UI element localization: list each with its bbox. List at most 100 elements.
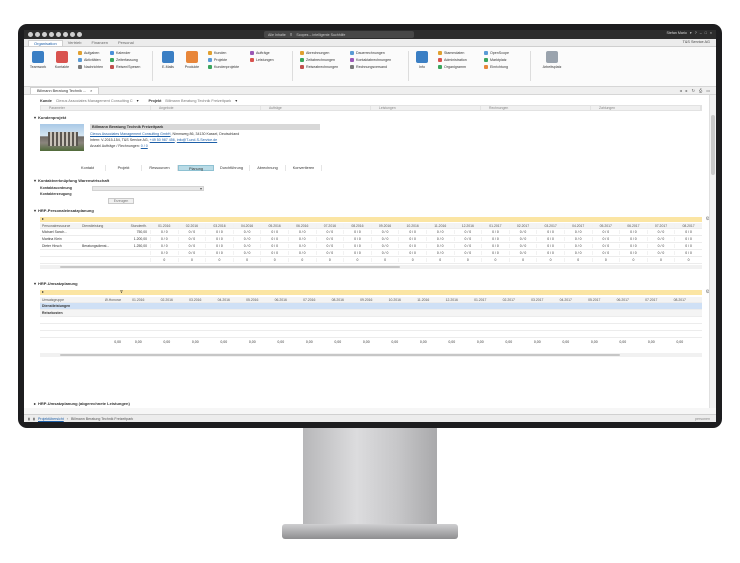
personal-hscroll[interactable] <box>40 265 702 269</box>
produkte-button[interactable]: Produkte <box>182 51 202 69</box>
month-cell[interactable]: 0 / 0 <box>591 251 620 255</box>
scroll-thumb[interactable] <box>60 266 400 268</box>
openscope-button[interactable]: OpenScope <box>484 51 509 55</box>
person-link[interactable]: Dieter Hirsch <box>42 244 62 248</box>
help-icon[interactable]: ? <box>695 31 697 35</box>
aufgaben-button[interactable]: Aufgaben <box>78 51 103 55</box>
zeiterfassung-button[interactable]: Zeiterfassung <box>110 58 140 62</box>
month-cell[interactable]: 0 / 0 <box>398 251 426 255</box>
col-month[interactable]: 01.2017 <box>481 223 509 228</box>
print-icon[interactable] <box>49 32 54 37</box>
month-cell[interactable]: 0 / 0 <box>150 244 178 248</box>
month-cell[interactable]: 0 / 0 <box>287 251 316 255</box>
section-personaleinsatz[interactable]: ▾ HRP-Personaleinsatzplanung <box>34 208 94 213</box>
month-cell[interactable]: 0 / 0 <box>177 244 206 248</box>
month-cell[interactable]: 0 / 0 <box>315 244 344 248</box>
marktplatz-button[interactable]: Marktplatz <box>484 58 509 62</box>
expand-icon[interactable]: ▸ <box>42 289 44 294</box>
col-month[interactable]: 04.2016 <box>210 298 239 302</box>
rechnungsversand-button[interactable]: Rechnungsversand <box>350 65 391 69</box>
col-month[interactable]: 08.2017 <box>674 223 702 228</box>
section-umsatzplanung-abgerechnet[interactable]: ▸ HRP-Umsatzplanung (abgerechnete Leistu… <box>34 401 130 406</box>
month-cell[interactable]: 0 / 0 <box>453 230 482 234</box>
col-month[interactable]: 11.2016 <box>425 223 454 228</box>
einrichtung-button[interactable]: Einrichtung <box>484 65 509 69</box>
col-month[interactable]: 05.2016 <box>238 298 267 302</box>
month-cell[interactable]: 0 / 0 <box>370 237 399 241</box>
print-icon[interactable]: ⎙ <box>699 88 702 93</box>
month-cell[interactable]: 0 / 0 <box>646 230 675 234</box>
aktivitaeten-button[interactable]: Aktivitäten <box>78 58 103 62</box>
month-cell[interactable]: 0 / 0 <box>563 230 592 234</box>
table-row[interactable]: 00000000000000000000 <box>40 257 702 264</box>
kundenprojekte-button[interactable]: Kundenprojekte <box>208 65 239 69</box>
phase-kontakt[interactable]: Kontakt <box>70 165 106 171</box>
orders-link[interactable]: 0 / 0 <box>141 144 148 148</box>
month-cell[interactable]: 0 / 0 <box>508 244 537 248</box>
tab-vertrieb[interactable]: Vertrieb <box>63 40 87 46</box>
table-row[interactable]: Dienstleistungen <box>40 303 702 310</box>
stammdaten-button[interactable]: Stammdaten <box>438 51 467 55</box>
col-parameter[interactable]: Parameter <box>41 106 151 110</box>
col-month[interactable]: 05.2017 <box>591 223 620 228</box>
col-dienstleistung[interactable]: Dienstleistung <box>82 224 122 228</box>
col-month[interactable]: 07.2017 <box>646 223 675 228</box>
breadcrumb-link[interactable]: Projektübersicht <box>38 417 64 421</box>
email-link[interactable]: info@T-und-S-Service.de <box>177 138 217 142</box>
month-cell[interactable]: 0 / 0 <box>177 237 206 241</box>
col-month[interactable]: 10.2016 <box>398 223 426 228</box>
month-cell[interactable]: 0 / 0 <box>205 251 233 255</box>
month-cell[interactable]: 0 / 0 <box>343 237 371 241</box>
month-cell[interactable]: 0 / 0 <box>287 244 316 248</box>
month-cell[interactable]: 0 <box>287 258 316 262</box>
col-month[interactable]: 08.2016 <box>343 223 371 228</box>
month-cell[interactable]: 0 / 0 <box>563 237 592 241</box>
col-month[interactable]: 06.2016 <box>287 223 316 228</box>
personalressource-cell[interactable]: Dieter Hirsch <box>40 244 82 248</box>
kalender-button[interactable]: Kalender <box>110 51 140 55</box>
col-month[interactable]: 03.2016 <box>205 223 233 228</box>
month-cell[interactable]: 0 / 0 <box>177 230 206 234</box>
month-cell[interactable]: 0 / 0 <box>343 244 371 248</box>
phase-konvertieren[interactable]: Konvertieren <box>286 165 322 171</box>
month-cell[interactable]: 0 / 0 <box>453 251 482 255</box>
month-cell[interactable]: 0 <box>343 258 371 262</box>
month-cell[interactable]: 0 / 0 <box>232 237 261 241</box>
col-month[interactable]: 01.2016 <box>150 223 178 228</box>
col-month[interactable]: 04.2017 <box>563 223 592 228</box>
col-auftraege[interactable]: Aufträge <box>261 106 371 110</box>
month-cell[interactable]: 0 / 0 <box>674 244 702 248</box>
month-cell[interactable]: 0 / 0 <box>287 230 316 234</box>
month-cell[interactable]: 0 / 0 <box>481 230 509 234</box>
month-cell[interactable]: 0 / 0 <box>619 244 647 248</box>
tab-finanzen[interactable]: Finanzen <box>86 40 112 46</box>
col-month[interactable]: 10.2016 <box>381 298 410 302</box>
global-search[interactable]: Alle Inhalte ⊽ Scopes – intelligente Suc… <box>264 31 414 38</box>
col-month[interactable]: 12.2016 <box>438 298 467 302</box>
col-month[interactable]: 03.2017 <box>523 298 552 302</box>
close-icon[interactable]: × <box>90 88 92 94</box>
month-cell[interactable]: 0 / 0 <box>674 237 702 241</box>
forward-icon[interactable] <box>42 32 47 37</box>
month-cell[interactable]: 0 / 0 <box>150 230 178 234</box>
month-cell[interactable]: 0 / 0 <box>508 251 537 255</box>
col-leistungen[interactable]: Leistungen <box>371 106 481 110</box>
kunde-select[interactable]: Clexus Associates Management Consulting … <box>56 99 133 103</box>
umsatz-hscroll[interactable] <box>40 353 702 357</box>
col-month[interactable]: 09.2016 <box>370 223 399 228</box>
arbeitsplatz-button[interactable]: Arbeitsplatz <box>536 51 568 69</box>
col-honorar[interactable]: Ø-Honorar <box>80 298 124 302</box>
user-name[interactable]: Stefan Mario <box>667 31 687 35</box>
phase-ressourcen[interactable]: Ressourcen <box>142 165 178 171</box>
month-cell[interactable]: 0 / 0 <box>619 237 647 241</box>
search-input[interactable]: Scopes – intelligente Suchhilfe <box>296 33 345 37</box>
col-month[interactable]: 04.2017 <box>552 298 581 302</box>
col-month[interactable]: 06.2016 <box>267 298 296 302</box>
month-cell[interactable]: 0 / 0 <box>674 251 702 255</box>
month-cell[interactable]: 0 / 0 <box>343 251 371 255</box>
month-cell[interactable]: 0 / 0 <box>536 251 564 255</box>
col-month[interactable]: 03.2017 <box>536 223 564 228</box>
organigramm-button[interactable]: Organigramm <box>438 65 467 69</box>
month-cell[interactable]: 0 / 0 <box>260 244 288 248</box>
col-month[interactable]: 08.2017 <box>666 298 695 302</box>
